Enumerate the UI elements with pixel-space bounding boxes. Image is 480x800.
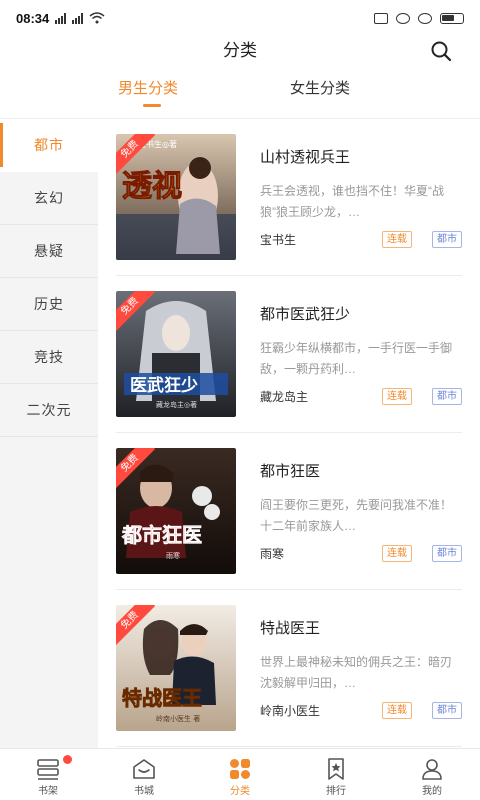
nav-bookstore[interactable]: 书城 xyxy=(96,749,192,800)
category-tag: 都市 xyxy=(432,231,462,248)
alarm-icon xyxy=(418,12,432,24)
book-list: 透视 宝书生◎著 免费 山村透视兵王 兵王会透视，谁也挡不住！华夏“战狼”狼王顾… xyxy=(98,119,480,748)
sidebar-item-sports[interactable]: 竞技 xyxy=(0,331,98,384)
search-icon[interactable] xyxy=(430,40,452,62)
nav-bookshelf[interactable]: 书架 xyxy=(0,749,96,800)
signal-icon xyxy=(55,12,67,24)
book-title: 山村透视兵王 xyxy=(260,149,351,166)
category-icon xyxy=(230,759,250,779)
profile-icon xyxy=(422,759,442,780)
status-tag: 连载 xyxy=(382,388,412,405)
nav-label: 排行 xyxy=(326,786,346,797)
book-title: 特战医王 xyxy=(260,620,321,637)
ranking-icon xyxy=(328,758,344,780)
book-description: 世界上最神秘未知的佣兵之王：暗刃沈毅解甲归田，… xyxy=(260,655,453,690)
nav-category[interactable]: 分类 xyxy=(192,749,288,800)
nav-profile[interactable]: 我的 xyxy=(384,749,480,800)
book-item[interactable]: 透视 宝书生◎著 免费 山村透视兵王 兵王会透视，谁也挡不住！华夏“战狼”狼王顾… xyxy=(116,119,462,276)
page-title: 分类 xyxy=(223,41,257,60)
wifi-icon xyxy=(89,12,105,24)
category-sidebar: 都市 玄幻 悬疑 历史 竞技 二次元 xyxy=(0,119,98,748)
top-header: 分类 xyxy=(0,36,480,66)
book-item[interactable]: 医武狂少 藏龙岛主◎著 免费 都市医武狂少 狂霸少年纵横都市，一手行医一手御敌，… xyxy=(116,276,462,433)
book-cover[interactable]: 特战医王 岭南小医生 著 免费 xyxy=(116,605,236,731)
sidebar-item-urban[interactable]: 都市 xyxy=(0,119,98,172)
sidebar-item-history[interactable]: 历史 xyxy=(0,278,98,331)
vibrate-icon xyxy=(374,12,388,24)
sidebar-item-fantasy[interactable]: 玄幻 xyxy=(0,172,98,225)
status-bar: 08:34 xyxy=(0,0,480,36)
tab-male-category[interactable]: 男生分类 xyxy=(118,74,178,104)
active-tab-indicator xyxy=(143,104,161,107)
book-item[interactable]: 都市狂医 雨寒 免费 都市狂医 阎王要你三更死，先要问我准不准！十二年前家族人…… xyxy=(116,433,462,590)
status-time: 08:34 xyxy=(16,10,50,26)
cover-author-text: 藏龙岛主◎著 xyxy=(156,400,197,409)
nav-label: 我的 xyxy=(422,786,442,797)
book-author: 雨寒 xyxy=(260,547,285,561)
category-tag: 都市 xyxy=(432,545,462,562)
cover-title-text: 透视 xyxy=(122,169,182,204)
bookshelf-icon xyxy=(37,759,59,780)
book-cover[interactable]: 医武狂少 藏龙岛主◎著 免费 xyxy=(116,291,236,417)
book-author: 岭南小医生 xyxy=(260,704,321,718)
book-cover[interactable]: 都市狂医 雨寒 免费 xyxy=(116,448,236,574)
cover-author-text: 雨寒 xyxy=(166,551,180,560)
sidebar-item-anime[interactable]: 二次元 xyxy=(0,384,98,437)
nav-label: 书架 xyxy=(38,786,58,797)
category-tag: 都市 xyxy=(432,388,462,405)
lock-icon xyxy=(396,12,410,24)
sidebar-item-mystery[interactable]: 悬疑 xyxy=(0,225,98,278)
book-description: 狂霸少年纵横都市，一手行医一手御敌，一颗丹药利… xyxy=(260,341,453,376)
bookstore-icon xyxy=(133,759,155,779)
book-description: 阎王要你三更死，先要问我准不准！十二年前家族人… xyxy=(260,498,453,533)
book-author: 藏龙岛主 xyxy=(260,390,309,404)
bottom-nav: 书架 书城 分类 排行 我的 xyxy=(0,748,480,800)
gender-tabs: 男生分类 女生分类 xyxy=(0,74,480,118)
nav-ranking[interactable]: 排行 xyxy=(288,749,384,800)
status-tag: 连载 xyxy=(382,545,412,562)
status-tag: 连载 xyxy=(382,702,412,719)
nav-label: 书城 xyxy=(134,786,154,797)
book-item[interactable]: 特战医王 岭南小医生 著 免费 特战医王 世界上最神秘未知的佣兵之王：暗刃沈毅解… xyxy=(116,590,462,747)
battery-icon xyxy=(440,12,464,24)
status-tag: 连载 xyxy=(382,231,412,248)
nav-label: 分类 xyxy=(230,786,250,797)
tab-female-category[interactable]: 女生分类 xyxy=(290,74,350,104)
cover-title-text: 医武狂少 xyxy=(130,375,198,396)
book-description: 兵王会透视，谁也挡不住！华夏“战狼”狼王顾少龙，… xyxy=(260,184,444,219)
cover-title-text: 特战医王 xyxy=(122,686,202,710)
signal-icon-2 xyxy=(72,12,84,24)
book-title: 都市狂医 xyxy=(260,463,321,480)
book-cover[interactable]: 透视 宝书生◎著 免费 xyxy=(116,134,236,260)
book-author: 宝书生 xyxy=(260,233,297,247)
notification-dot xyxy=(63,755,72,764)
cover-author-text: 岭南小医生 著 xyxy=(156,714,200,723)
book-title: 都市医武狂少 xyxy=(260,306,351,323)
category-tag: 都市 xyxy=(432,702,462,719)
cover-title-text: 都市狂医 xyxy=(121,523,202,547)
